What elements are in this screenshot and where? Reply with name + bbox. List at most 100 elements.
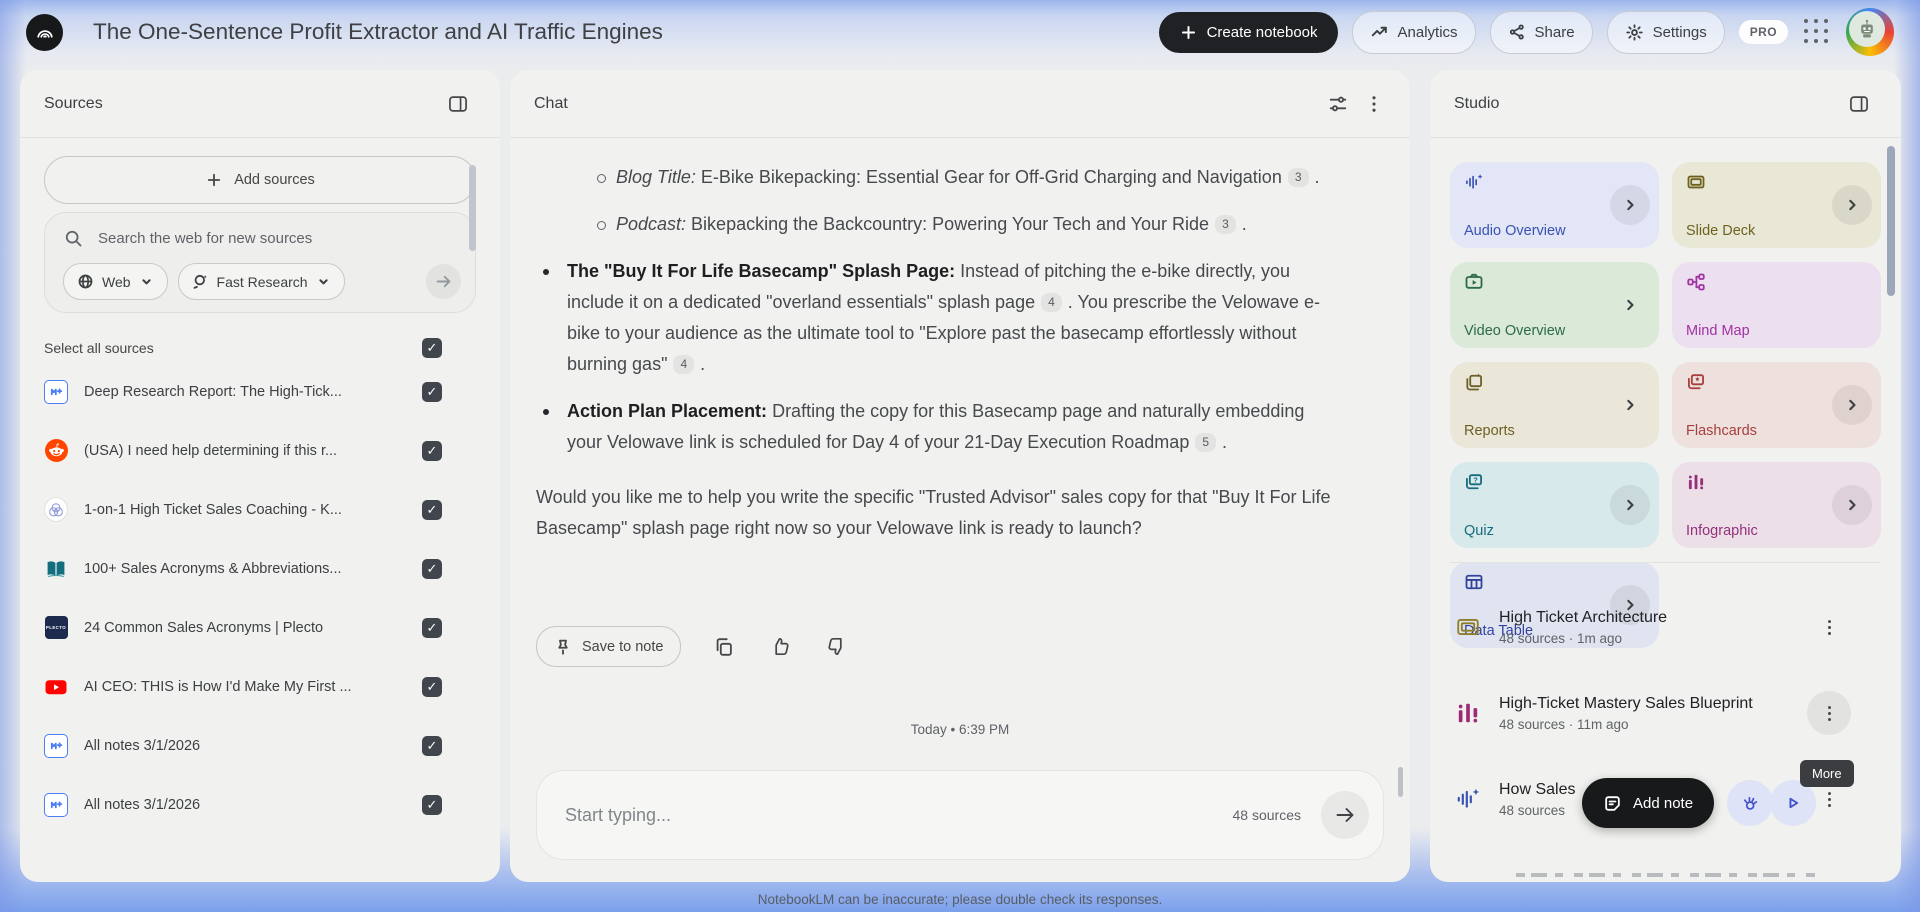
studio-tile-infographic[interactable]: Infographic	[1672, 462, 1881, 548]
source-row[interactable]: Deep Research Report: The High-Tick...✓	[20, 362, 500, 421]
notebook-doc-icon	[44, 380, 68, 404]
studio-tile-label: Reports	[1464, 423, 1515, 439]
search-submit-button[interactable]	[426, 264, 461, 299]
search-sources-input[interactable]	[96, 229, 461, 248]
source-checkbox[interactable]: ✓	[422, 559, 442, 579]
source-checkbox[interactable]: ✓	[422, 677, 442, 697]
chevron-right-icon[interactable]	[1832, 485, 1872, 525]
account-avatar[interactable]	[1846, 8, 1894, 56]
chat-settings-tune-icon[interactable]	[1320, 86, 1356, 122]
bullet-marker	[543, 269, 549, 275]
share-button[interactable]: Share	[1490, 11, 1593, 54]
google-apps-grid-icon[interactable]	[1802, 17, 1832, 47]
studio-item-meta: 48 sources · 1m ago	[1499, 631, 1789, 646]
play-icon	[1782, 792, 1804, 814]
chevron-right-icon[interactable]	[1610, 385, 1650, 425]
source-checkbox[interactable]: ✓	[422, 618, 442, 638]
thumbs-up-button[interactable]	[767, 634, 793, 660]
thumbs-down-button[interactable]	[823, 634, 849, 660]
studio-item[interactable]: High-Ticket Mastery Sales Blueprint 48 so…	[1430, 670, 1901, 756]
interactive-mode-button[interactable]	[1727, 780, 1773, 826]
audio-icon	[1454, 786, 1481, 812]
chevron-right-icon[interactable]	[1832, 185, 1872, 225]
citation-chip[interactable]: 3	[1215, 215, 1236, 234]
studio-tile-audio-overview[interactable]: Audio Overview	[1450, 162, 1659, 248]
studio-tile-video-overview[interactable]: Video Overview	[1450, 262, 1659, 348]
source-row[interactable]: PLECTO24 Common Sales Acronyms | Plecto✓	[20, 598, 500, 657]
studio-tile-mind-map[interactable]: Mind Map	[1672, 262, 1881, 348]
select-all-row: Select all sources ✓	[20, 338, 500, 358]
chevron-right-icon[interactable]	[1610, 185, 1650, 225]
source-row[interactable]: All notes 3/1/2026 ✓	[20, 775, 500, 834]
chat-header: Chat	[510, 70, 1410, 138]
collapse-panel-icon[interactable]	[440, 86, 476, 122]
gear-icon	[1625, 23, 1644, 42]
research-mode-dropdown[interactable]: Fast Research	[178, 263, 345, 300]
chat-more-options-icon[interactable]	[1356, 86, 1392, 122]
bullet-marker	[543, 409, 549, 415]
copy-button[interactable]	[711, 634, 737, 660]
add-sources-button[interactable]: Add sources	[44, 156, 476, 204]
send-button[interactable]	[1321, 791, 1369, 839]
research-sparkle-search-icon	[192, 273, 209, 290]
studio-tile-label: Infographic	[1686, 523, 1758, 539]
create-notebook-button[interactable]: Create notebook	[1159, 12, 1338, 53]
citation-chip[interactable]: 5	[1195, 433, 1216, 452]
studio-tile-reports[interactable]: Reports	[1450, 362, 1659, 448]
source-checkbox[interactable]: ✓	[422, 382, 442, 402]
source-row[interactable]: 100+ Sales Acronyms & Abbreviations...✓	[20, 539, 500, 598]
web-filter-dropdown[interactable]: Web	[63, 263, 168, 300]
italic-text: Podcast:	[616, 214, 686, 234]
response-actions: Save to note	[536, 626, 849, 667]
share-label: Share	[1535, 24, 1575, 41]
collapse-panel-icon[interactable]	[1841, 86, 1877, 122]
more-options-button[interactable]	[1807, 691, 1851, 735]
sources-scrollbar[interactable]	[469, 165, 476, 251]
select-all-checkbox[interactable]: ✓	[422, 338, 442, 358]
analytics-button[interactable]: Analytics	[1352, 11, 1476, 54]
citation-chip[interactable]: 4	[1041, 293, 1062, 312]
chat-panel-title: Chat	[534, 95, 568, 113]
studio-item-meta: 48 sources · 11m ago	[1499, 717, 1789, 732]
save-to-note-button[interactable]: Save to note	[536, 626, 681, 667]
plus-icon	[205, 171, 223, 189]
studio-item-title: High-Ticket Mastery Sales Blueprint	[1499, 695, 1789, 713]
source-row[interactable]: (USA) I need help determining if this r.…	[20, 421, 500, 480]
settings-button[interactable]: Settings	[1607, 11, 1725, 54]
chevron-right-icon[interactable]	[1610, 485, 1650, 525]
source-title: All notes 3/1/2026	[84, 738, 406, 754]
citation-chip[interactable]: 3	[1288, 168, 1309, 187]
more-options-button[interactable]	[1807, 605, 1851, 649]
source-checkbox[interactable]: ✓	[422, 500, 442, 520]
chat-scrollbar[interactable]	[1398, 767, 1403, 797]
top-bar: The One-Sentence Profit Extractor and AI…	[0, 0, 1920, 64]
source-checkbox[interactable]: ✓	[422, 736, 442, 756]
clipped-studio-item	[1516, 873, 1821, 877]
chat-sub-bullet: Podcast: Bikepacking the Backcountry: Po…	[536, 209, 1332, 240]
book-icon	[44, 557, 68, 581]
add-note-button[interactable]: Add note	[1582, 778, 1714, 828]
source-row[interactable]: AI CEO: THIS is How I'd Make My First ..…	[20, 657, 500, 716]
chat-input[interactable]	[563, 804, 1233, 827]
citation-chip[interactable]: 4	[673, 355, 694, 374]
body-text: Bikepacking the Backcountry: Powering Yo…	[686, 214, 1214, 234]
source-title: All notes 3/1/2026	[84, 797, 406, 813]
chevron-right-icon[interactable]	[1832, 385, 1872, 425]
studio-tile-slide-deck[interactable]: Slide Deck	[1672, 162, 1881, 248]
body-text: .	[1310, 167, 1320, 187]
studio-tile-quiz[interactable]: ?Quiz	[1450, 462, 1659, 548]
chevron-down-icon	[139, 274, 154, 289]
chat-timestamp: Today • 6:39 PM	[510, 722, 1410, 737]
source-row[interactable]: All notes 3/1/2026 ✓	[20, 716, 500, 775]
studio-tile-flashcards[interactable]: Flashcards	[1672, 362, 1881, 448]
trending-up-icon	[1370, 23, 1389, 42]
pin-icon	[554, 638, 572, 656]
notebooklm-logo-icon[interactable]	[26, 14, 63, 51]
source-row[interactable]: 1-on-1 High Ticket Sales Coaching - K...…	[20, 480, 500, 539]
studio-item[interactable]: High Ticket Architecture48 sources · 1m …	[1430, 584, 1901, 670]
select-all-label: Select all sources	[44, 340, 154, 356]
source-checkbox[interactable]: ✓	[422, 795, 442, 815]
source-checkbox[interactable]: ✓	[422, 441, 442, 461]
studio-scrollbar[interactable]	[1887, 146, 1895, 296]
chevron-right-icon[interactable]	[1610, 285, 1650, 325]
